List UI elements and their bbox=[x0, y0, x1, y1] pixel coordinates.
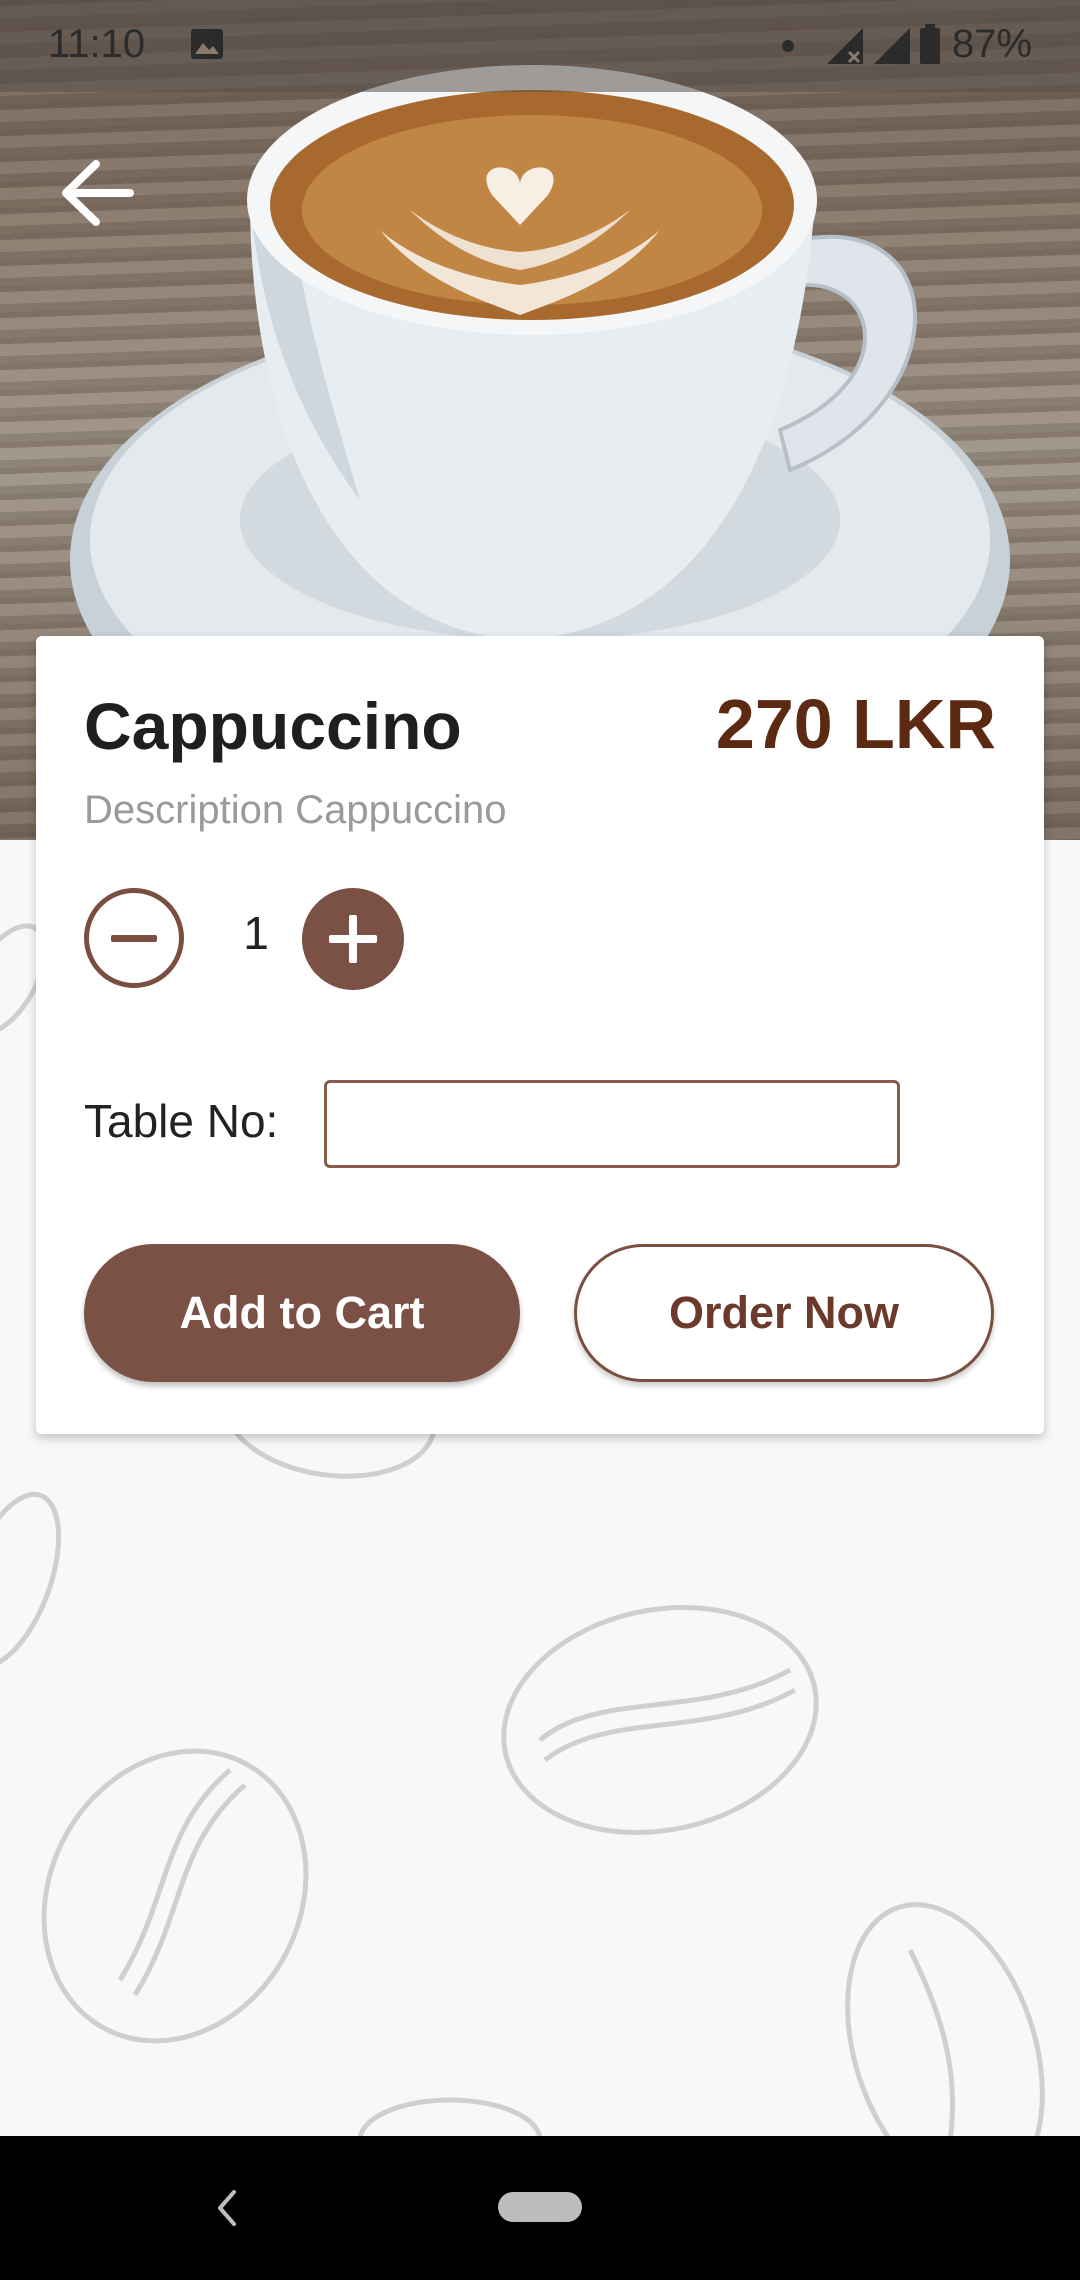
system-navigation-bar bbox=[0, 2136, 1080, 2280]
chevron-left-icon[interactable] bbox=[206, 2184, 246, 2232]
notification-dot-icon bbox=[782, 40, 794, 52]
status-time: 11:10 bbox=[48, 22, 146, 66]
order-now-button[interactable]: Order Now bbox=[574, 1244, 994, 1382]
signal-no-data-icon bbox=[827, 28, 863, 64]
quantity-value: 1 bbox=[243, 907, 269, 959]
home-pill-icon[interactable] bbox=[498, 2192, 582, 2222]
table-number-input[interactable] bbox=[324, 1080, 900, 1168]
signal-icon bbox=[874, 28, 910, 64]
back-arrow-icon[interactable] bbox=[58, 158, 138, 228]
table-number-label: Table No: bbox=[84, 1095, 279, 1147]
add-to-cart-button[interactable]: Add to Cart bbox=[84, 1244, 520, 1382]
battery-percentage: 87% bbox=[952, 22, 1033, 66]
minus-circle-icon[interactable] bbox=[84, 888, 184, 988]
product-detail-card: Cappuccino 270 LKR Description Cappuccin… bbox=[36, 636, 1044, 1434]
product-name: Cappuccino bbox=[84, 689, 462, 763]
status-bar: 11:10 87% bbox=[0, 0, 1080, 92]
battery-icon bbox=[920, 24, 940, 64]
product-price: 270 LKR bbox=[715, 685, 996, 763]
product-description: Description Cappuccino bbox=[84, 788, 507, 832]
image-icon bbox=[191, 29, 223, 59]
plus-circle-icon[interactable] bbox=[302, 888, 404, 990]
